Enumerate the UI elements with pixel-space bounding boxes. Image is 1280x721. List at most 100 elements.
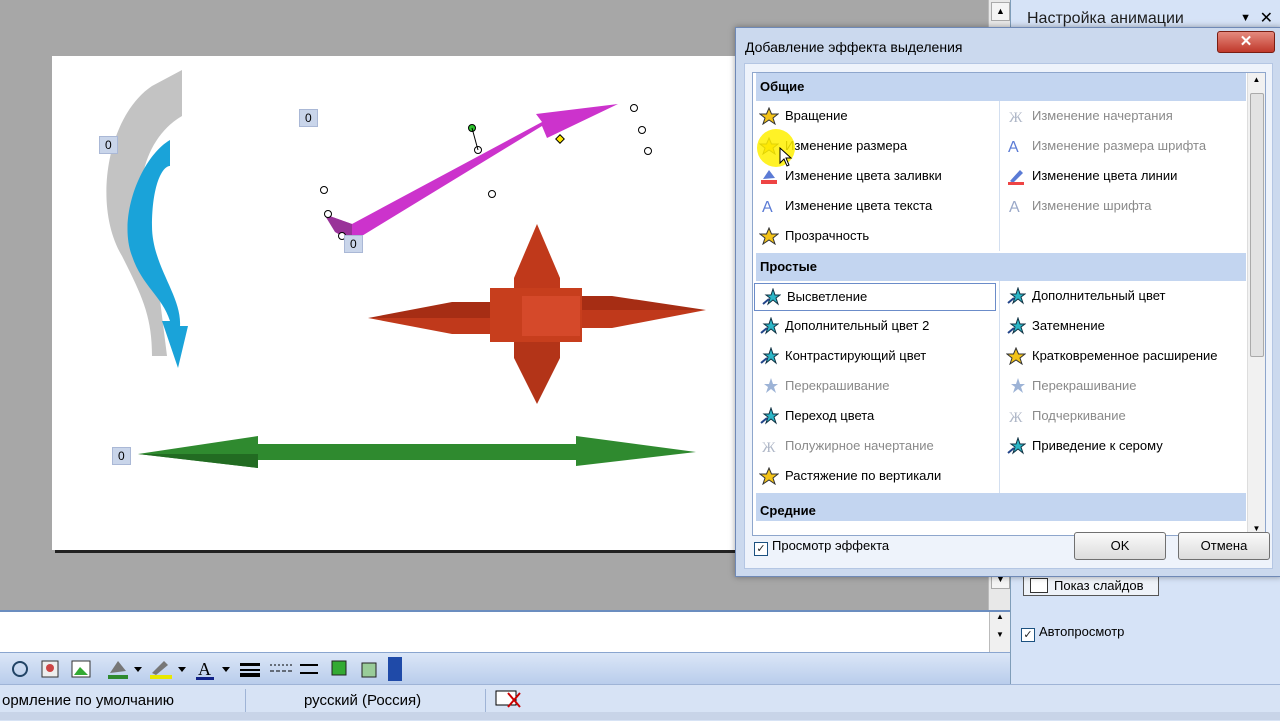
- effect-item[interactable]: Изменение цвета линии: [1000, 163, 1244, 189]
- effect-item[interactable]: Затемнение: [1000, 313, 1244, 339]
- preview-effect-label: Просмотр эффекта: [772, 538, 890, 553]
- drawing-toolbar: A: [0, 652, 1010, 685]
- effect-item[interactable]: Ж Подчеркивание: [1000, 403, 1244, 429]
- line-color-icon: [152, 661, 168, 675]
- fill-color-icon: [110, 661, 126, 673]
- rotate-icon: [12, 661, 28, 677]
- effect-label: Переход цвета: [785, 408, 875, 423]
- effect-item[interactable]: A Изменение размера шрифта: [1000, 133, 1244, 159]
- scroll-up-button[interactable]: ▲: [991, 2, 1010, 21]
- star-icon: [759, 316, 780, 335]
- autopreview-label: Автопросмотр: [1039, 624, 1125, 639]
- font-style-icon: Ж: [1006, 107, 1026, 126]
- windows-taskbar: [0, 712, 1280, 720]
- text-color-icon: A: [759, 197, 779, 216]
- star-icon: [1006, 286, 1027, 305]
- star-spin-icon: [758, 106, 780, 126]
- notes-scrollbar[interactable]: ▲ ▼: [989, 612, 1010, 654]
- cancel-button[interactable]: Отмена: [1178, 532, 1270, 560]
- svg-text:A: A: [762, 199, 773, 215]
- effect-item[interactable]: Ж Изменение начертания: [1000, 103, 1244, 129]
- effect-item[interactable]: Приведение к серому: [1000, 433, 1244, 459]
- animation-order-tag[interactable]: 0: [344, 235, 363, 253]
- animation-order-tag[interactable]: 0: [99, 136, 118, 154]
- slide[interactable]: 0 0 0 0: [52, 56, 782, 550]
- effect-label: Приведение к серому: [1032, 438, 1163, 453]
- preview-effect-checkbox[interactable]: ✓ Просмотр эффекта: [754, 538, 889, 556]
- effect-item[interactable]: Перекрашивание: [753, 373, 997, 399]
- category-general: Общие: [756, 73, 1246, 101]
- design-template-status: ормление по умолчанию: [0, 689, 246, 713]
- star-icon: [759, 377, 779, 395]
- effect-label: Изменение размера: [785, 138, 908, 153]
- effect-label: Изменение цвета текста: [785, 198, 933, 213]
- underline-icon: Ж: [1006, 407, 1026, 426]
- effect-item[interactable]: Прозрачность: [753, 223, 997, 249]
- effect-label: Перекрашивание: [785, 378, 890, 393]
- effect-item[interactable]: Дополнительный цвет 2: [753, 313, 997, 339]
- effect-label: Высветление: [787, 289, 868, 304]
- effect-item[interactable]: A Изменение цвета текста: [753, 193, 997, 219]
- font-size-icon: A: [1006, 137, 1026, 156]
- dialog-title: Добавление эффекта выделения: [745, 39, 963, 55]
- effect-item[interactable]: Дополнительный цвет: [1000, 283, 1244, 309]
- star-icon: [758, 466, 780, 486]
- effect-label: Затемнение: [1032, 318, 1105, 333]
- task-pane-title: Настройка анимации: [1027, 10, 1184, 27]
- effect-item-selected[interactable]: Высветление: [754, 283, 996, 311]
- 3d-icon: [361, 662, 377, 678]
- add-emphasis-effect-dialog: Добавление эффекта выделения ✕ Общие Вра…: [735, 27, 1280, 577]
- toolbar-options-icon: [388, 657, 402, 681]
- scroll-thumb[interactable]: [1250, 93, 1264, 357]
- category-simple: Простые: [756, 253, 1246, 281]
- checkbox-mark[interactable]: ✓: [754, 542, 768, 556]
- effect-item[interactable]: Кратковременное расширение: [1000, 343, 1244, 369]
- ok-button[interactable]: OK: [1074, 532, 1166, 560]
- drawing-toolbar-icons[interactable]: A: [0, 653, 410, 685]
- star-icon: [759, 406, 780, 425]
- dialog-close-button[interactable]: ✕: [1217, 31, 1275, 53]
- effect-label: Контрастирующий цвет: [785, 348, 927, 363]
- checkbox-mark[interactable]: ✓: [1021, 628, 1035, 642]
- effect-item[interactable]: Вращение: [753, 103, 997, 129]
- slideshow-icon: [1030, 578, 1048, 593]
- close-icon[interactable]: ✕: [1260, 8, 1273, 28]
- animation-order-tag[interactable]: 0: [112, 447, 131, 465]
- line-color-icon: [1006, 167, 1026, 185]
- svg-text:A: A: [1008, 139, 1019, 155]
- effect-label: Перекрашивание: [1032, 378, 1137, 393]
- effect-label: Кратковременное расширение: [1032, 348, 1218, 363]
- effects-list[interactable]: Общие Вращение Изменение размера Изменен…: [752, 72, 1266, 536]
- effect-label: Полужирное начертание: [785, 438, 934, 453]
- effect-label: Подчеркивание: [1032, 408, 1126, 423]
- effect-label: Изменение цвета заливки: [785, 168, 942, 183]
- autopreview-checkbox[interactable]: ✓ Автопросмотр: [1021, 624, 1124, 642]
- effect-item[interactable]: A Изменение шрифта: [1000, 193, 1244, 219]
- notes-pane[interactable]: ▲ ▼: [0, 610, 1010, 654]
- effect-label: Дополнительный цвет: [1032, 288, 1166, 303]
- effect-item[interactable]: Растяжение по вертикали: [753, 463, 997, 489]
- chevron-down-icon[interactable]: ▼: [1240, 12, 1251, 24]
- slide-shapes: [106, 70, 706, 468]
- list-scrollbar[interactable]: ▲ ▼: [1247, 73, 1265, 535]
- effect-label: Изменение шрифта: [1032, 198, 1152, 213]
- star-icon: [759, 346, 780, 365]
- svg-text:Ж: Ж: [762, 440, 776, 455]
- svg-text:A: A: [1009, 199, 1020, 215]
- transparency-icon: [758, 226, 780, 246]
- animation-order-tag[interactable]: 0: [299, 109, 318, 127]
- effect-item[interactable]: Контрастирующий цвет: [753, 343, 997, 369]
- effect-item[interactable]: Ж Полужирное начертание: [753, 433, 997, 459]
- mouse-cursor-icon: [779, 147, 793, 167]
- font-color-icon: A: [198, 659, 211, 679]
- category-moderate: Средние: [756, 493, 1246, 521]
- scroll-up-arrow[interactable]: ▲: [1248, 73, 1265, 87]
- effect-item[interactable]: Переход цвета: [753, 403, 997, 429]
- effect-label: Дополнительный цвет 2: [785, 318, 930, 333]
- star-icon: [1005, 346, 1027, 366]
- effect-item[interactable]: Перекрашивание: [1000, 373, 1244, 399]
- spelling-icon[interactable]: [494, 689, 534, 713]
- slideshow-button[interactable]: Показ слайдов: [1023, 574, 1159, 596]
- effect-label: Прозрачность: [785, 228, 870, 243]
- language-status[interactable]: русский (Россия): [250, 689, 486, 713]
